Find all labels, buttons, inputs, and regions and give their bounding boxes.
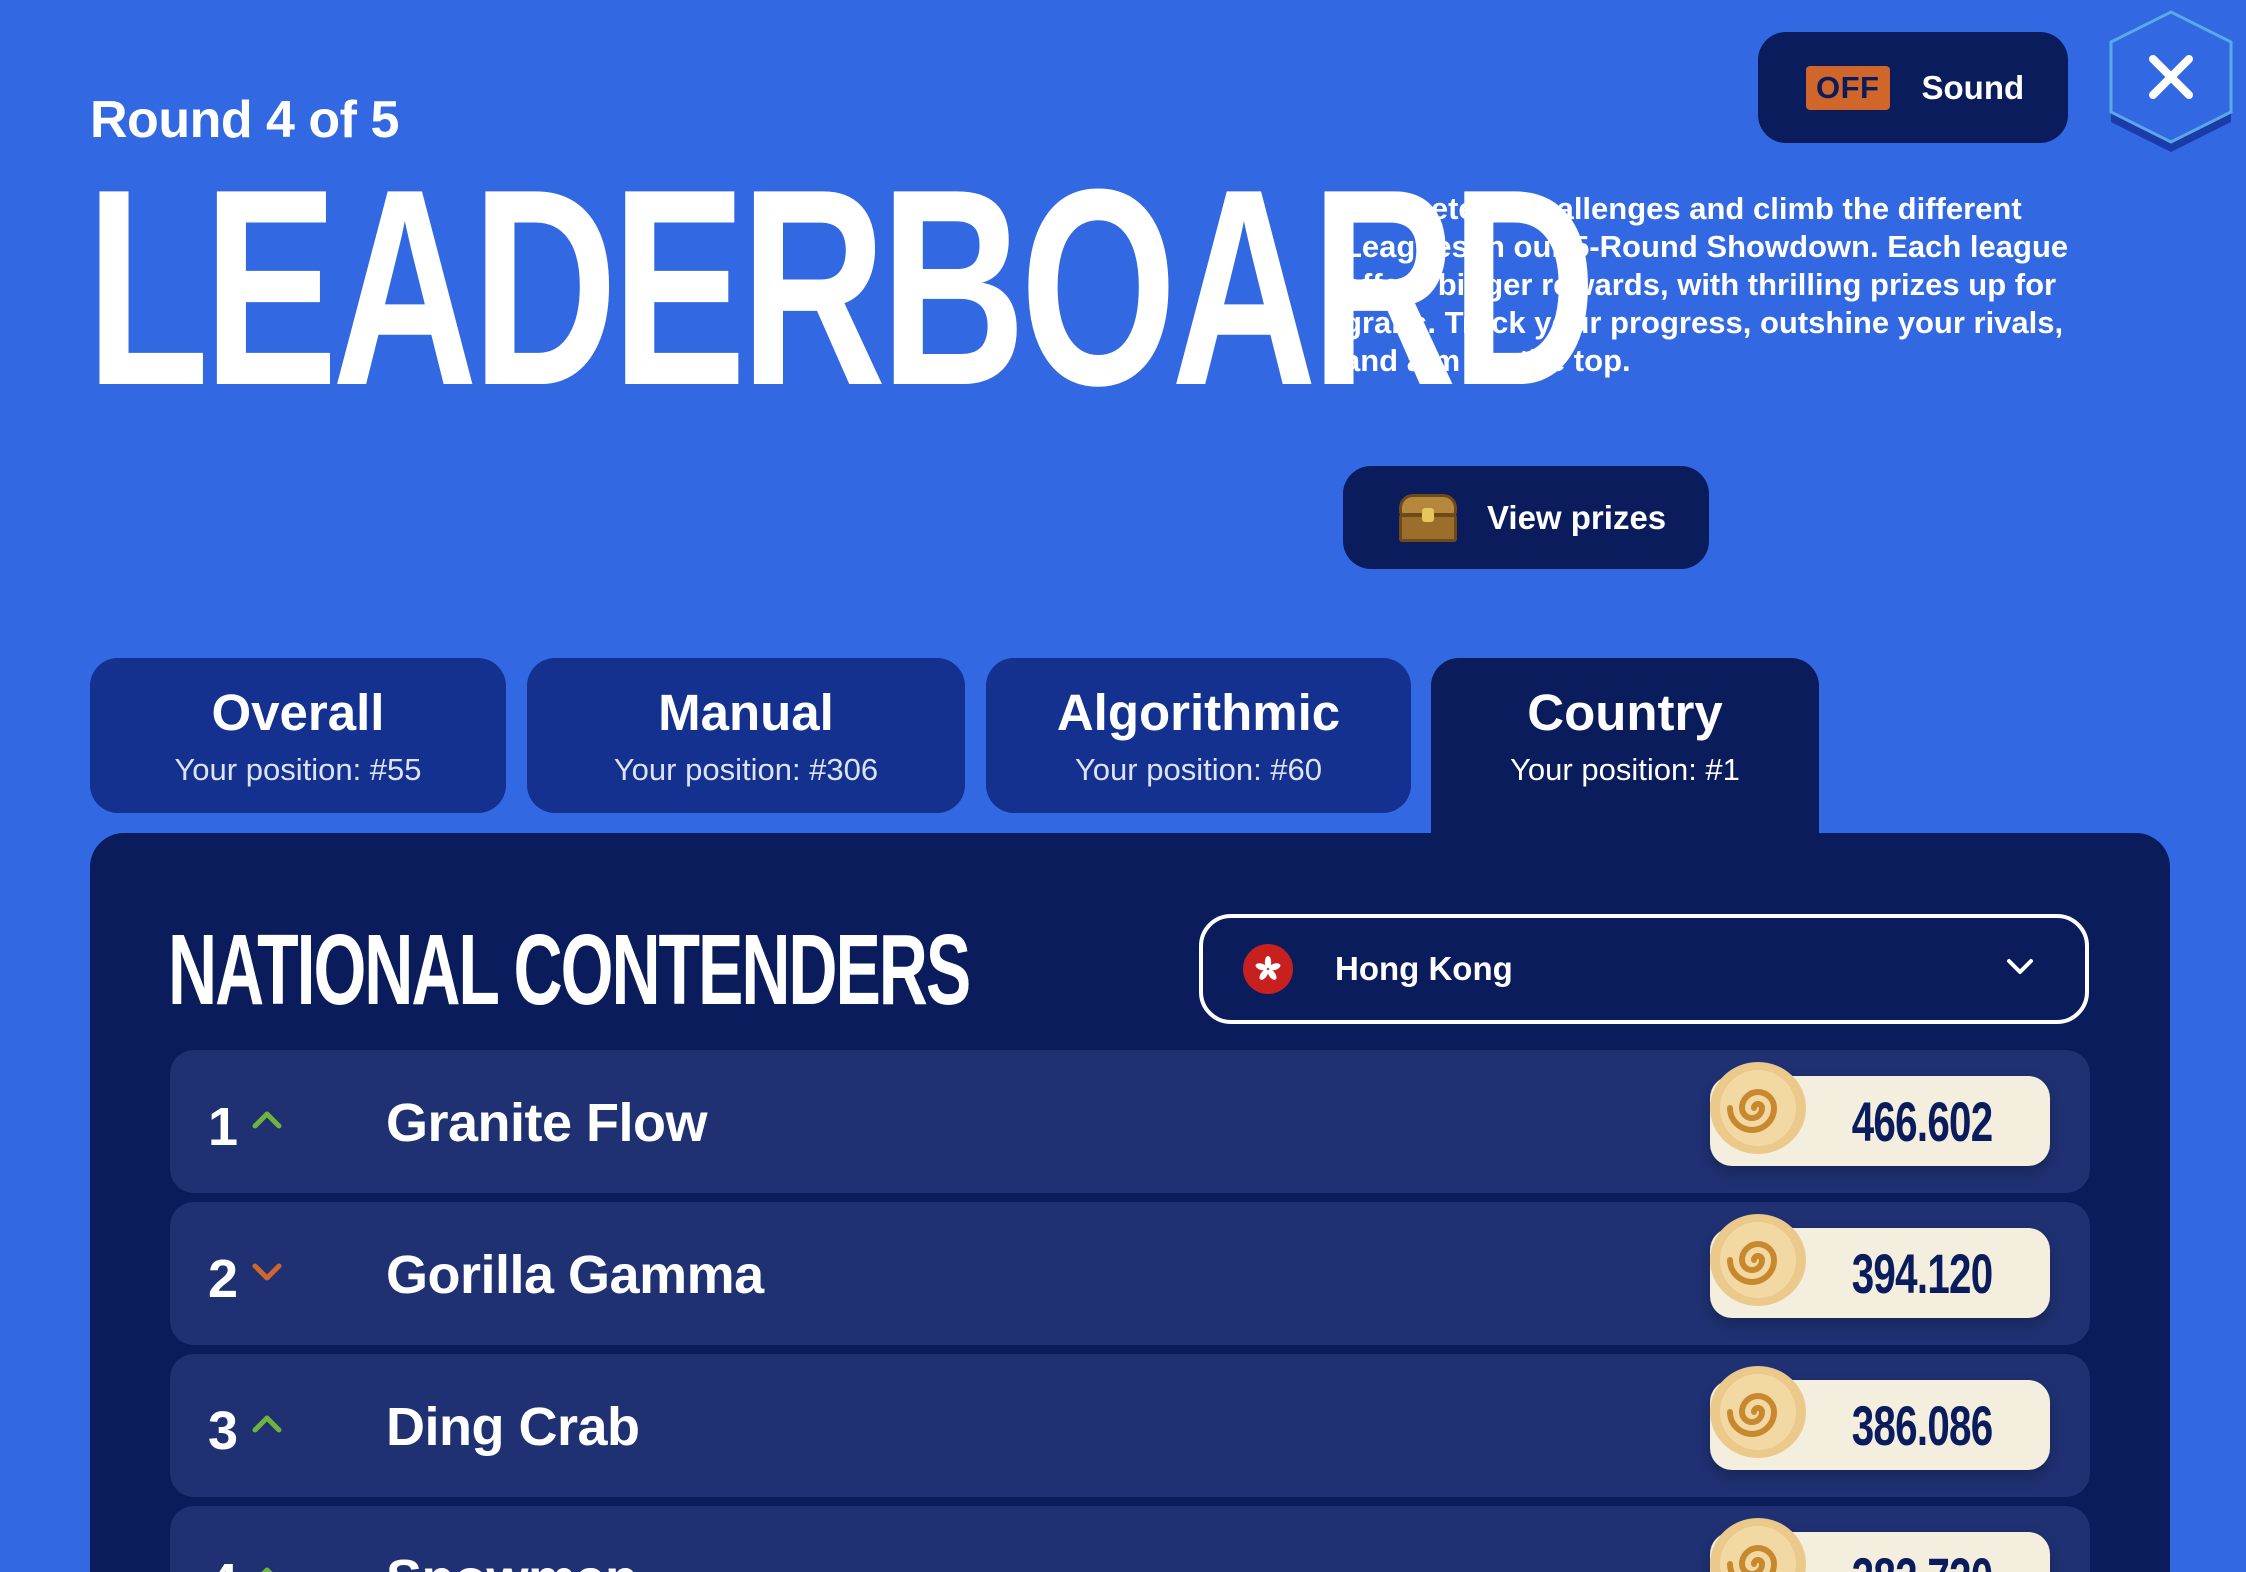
shell-coin-icon — [1710, 1366, 1806, 1458]
score-badge: 382.720 — [1710, 1518, 2050, 1572]
sound-state-badge: OFF — [1806, 65, 1890, 110]
leaderboard-row: 4 Snowman 382.720 — [170, 1506, 2090, 1572]
score-value: 382.720 — [1851, 1550, 1992, 1572]
tab-manual-label: Manual — [658, 684, 834, 741]
score-badge: 386.086 — [1710, 1366, 2050, 1470]
player-name: Gorilla Gamma — [386, 1245, 764, 1305]
rank-number: 2 — [208, 1249, 239, 1309]
rank-number: 1 — [208, 1097, 239, 1157]
score-value: 394.120 — [1851, 1242, 1992, 1305]
treasure-chest-icon — [1397, 492, 1459, 544]
tab-manual-position: Your position: #306 — [613, 752, 879, 787]
tab-country[interactable]: Country Your position: #1 — [1431, 658, 1819, 840]
tab-algorithmic[interactable]: Algorithmic Your position: #60 — [986, 658, 1411, 813]
country-select[interactable]: Hong Kong — [1199, 914, 2089, 1024]
shell-coin-icon — [1710, 1062, 1806, 1154]
sound-label: Sound — [1921, 68, 2025, 106]
player-name: Ding Crab — [386, 1397, 640, 1457]
trend-down-icon — [252, 1263, 282, 1281]
player-name: Snowman — [386, 1548, 638, 1572]
view-prizes-button[interactable]: View prizes — [1343, 466, 1709, 569]
tab-overall-position: Your position: #55 — [174, 752, 422, 787]
tab-country-position: Your position: #1 — [1510, 752, 1740, 787]
trend-up-icon — [252, 1415, 282, 1433]
tab-algorithmic-position: Your position: #60 — [1074, 752, 1323, 787]
rank-number: 3 — [208, 1401, 239, 1461]
player-name: Granite Flow — [386, 1093, 708, 1153]
score-badge: 394.120 — [1710, 1214, 2050, 1318]
rank-number: 4 — [208, 1552, 238, 1572]
leaderboard-page: Round 4 of 5 LEADERBOARD Compete in chal… — [0, 0, 2246, 1572]
tab-algorithmic-label: Algorithmic — [1056, 684, 1341, 741]
leaderboard-row: 1 Granite Flow 466.602 — [170, 1050, 2090, 1193]
score-value: 466.602 — [1851, 1090, 1992, 1153]
leaderboard-row: 2 Gorilla Gamma 394.120 — [170, 1202, 2090, 1345]
hong-kong-flag-icon — [1243, 944, 1293, 994]
sound-toggle-button[interactable]: OFF Sound — [1758, 32, 2068, 143]
close-button[interactable] — [2101, 10, 2241, 165]
trend-up-icon — [261, 1567, 273, 1572]
tab-overall[interactable]: Overall Your position: #55 — [90, 658, 506, 813]
trend-up-icon — [252, 1111, 282, 1129]
chevron-down-icon — [2007, 959, 2033, 974]
view-prizes-label: View prizes — [1487, 498, 1667, 536]
description-text: Compete in challenges and climb the diff… — [1343, 191, 2069, 378]
tab-manual[interactable]: Manual Your position: #306 — [527, 658, 965, 813]
panel-title: NATIONAL CONTENDERS — [168, 914, 971, 1026]
close-icon — [2109, 10, 2233, 152]
country-select-value: Hong Kong — [1335, 950, 1513, 987]
tab-overall-label: Overall — [211, 684, 385, 741]
score-badge: 466.602 — [1710, 1062, 2050, 1166]
tab-country-label: Country — [1527, 684, 1723, 741]
shell-coin-icon — [1710, 1214, 1806, 1306]
shell-coin-icon — [1710, 1518, 1806, 1572]
leaderboard-row: 3 Ding Crab 386.086 — [170, 1354, 2090, 1497]
score-value: 386.086 — [1851, 1394, 1992, 1457]
